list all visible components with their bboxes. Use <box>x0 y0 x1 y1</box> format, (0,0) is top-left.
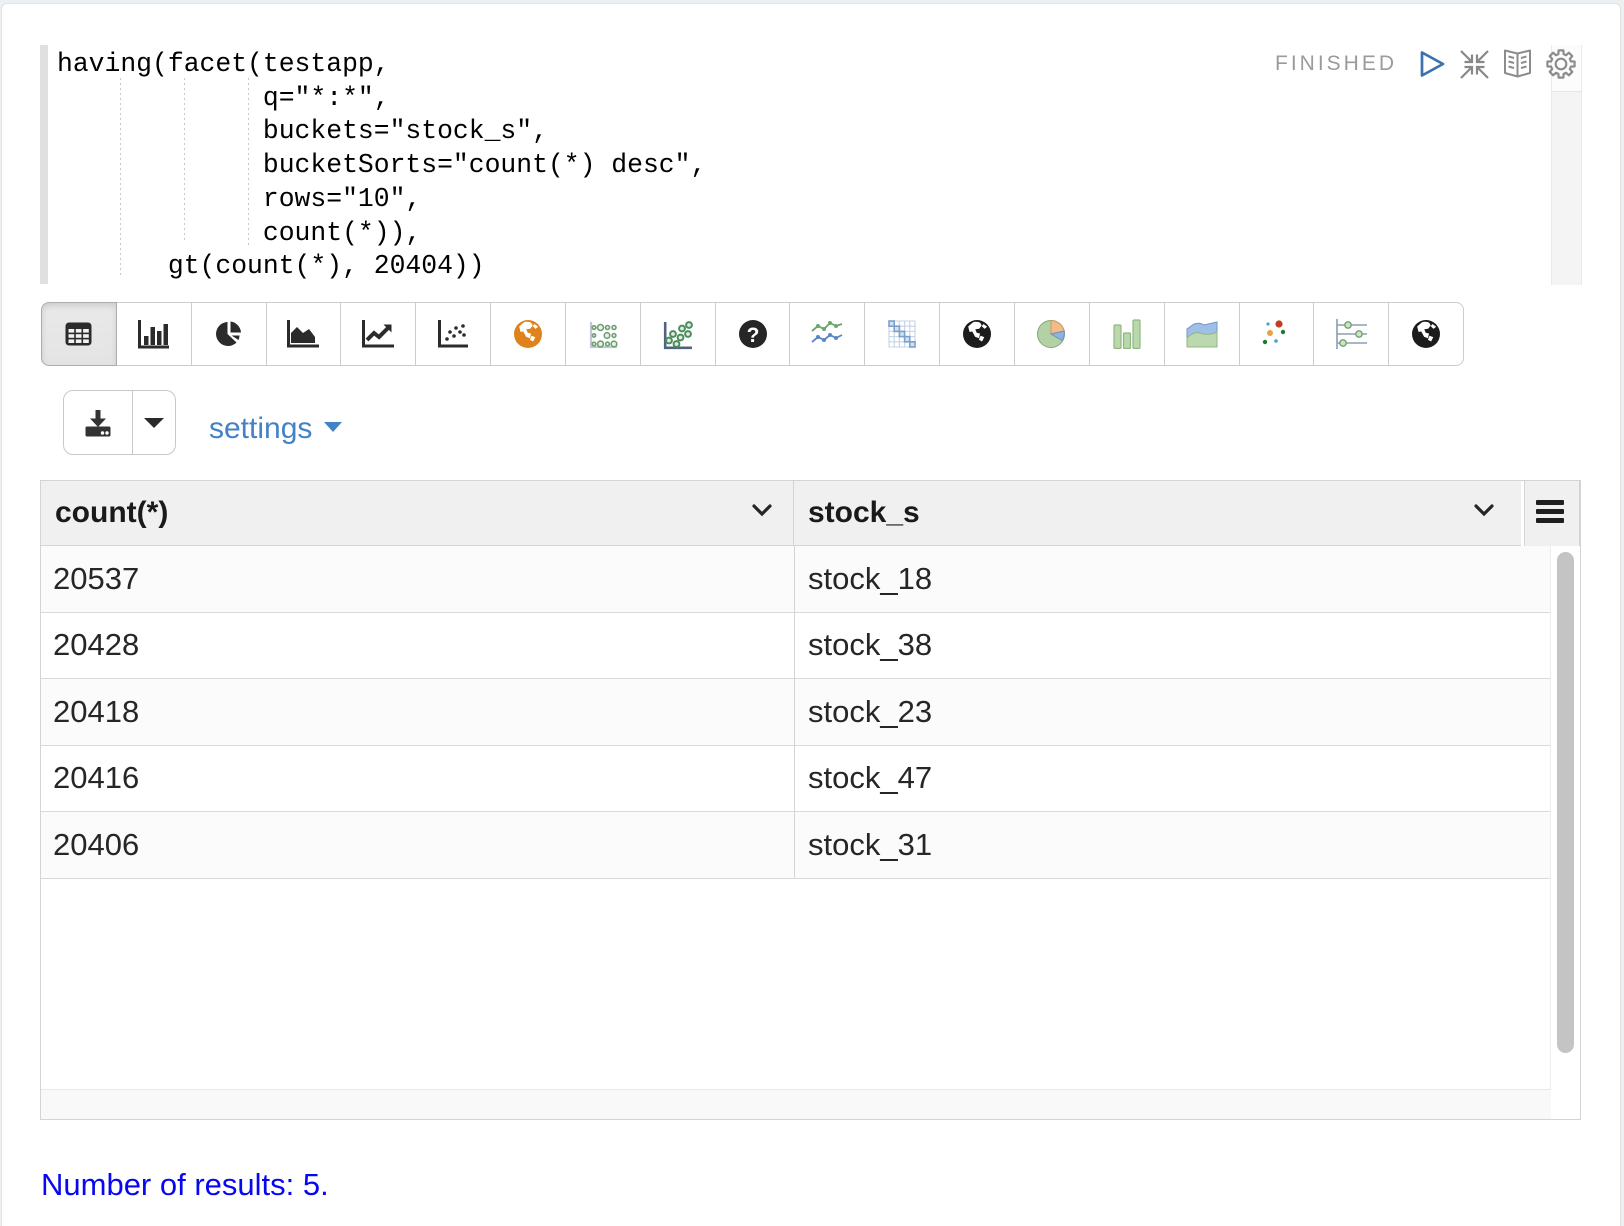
svg-text:?: ? <box>746 324 759 347</box>
